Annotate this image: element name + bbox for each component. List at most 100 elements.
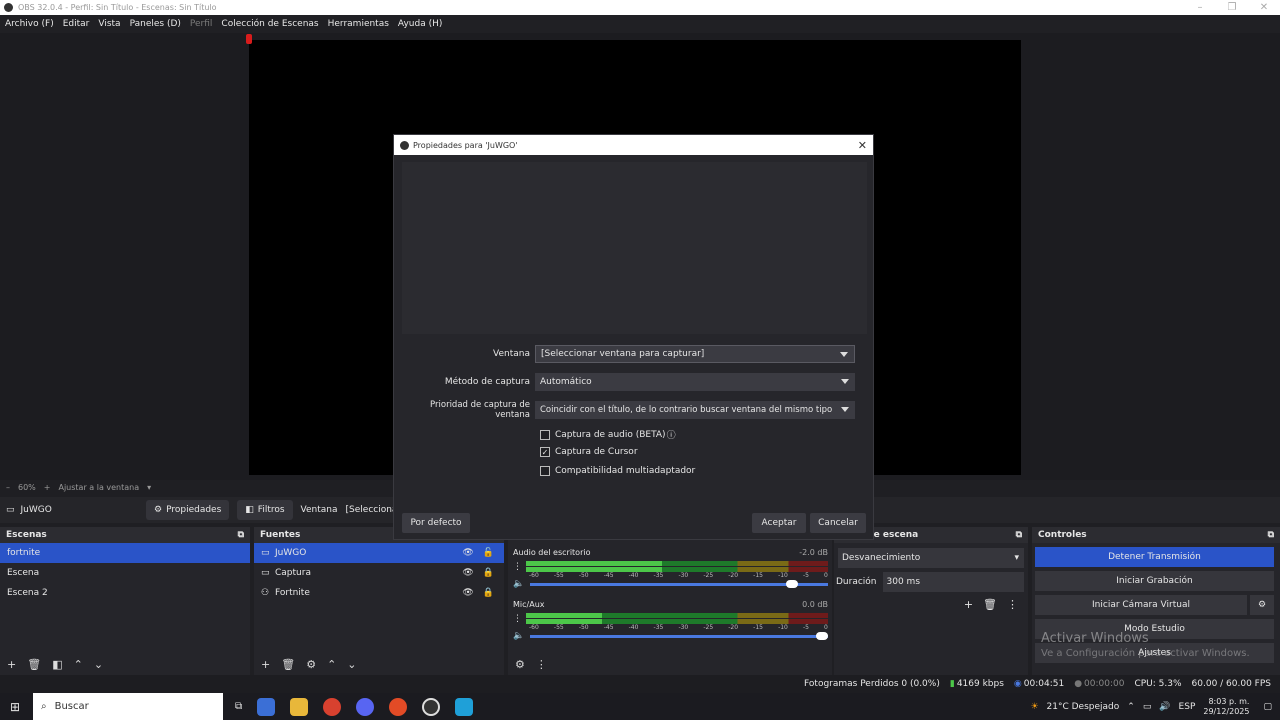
audio-capture-option[interactable]: Captura de audio (BETA) ⓘ <box>540 428 676 441</box>
zoom-in-button[interactable]: + <box>44 483 51 492</box>
lock-icon[interactable]: 🔓 <box>483 548 494 558</box>
close-icon[interactable]: ✕ <box>858 139 867 152</box>
defaults-button[interactable]: Por defecto <box>402 513 470 533</box>
menu-vista[interactable]: Vista <box>98 19 120 29</box>
capture-priority-select[interactable]: Coincidir con el título, de lo contrario… <box>535 401 855 419</box>
volume-slider[interactable] <box>530 631 828 640</box>
more-icon[interactable]: ⋮ <box>513 562 522 572</box>
cursor-capture-option[interactable]: ✓ Captura de Cursor <box>540 447 638 457</box>
capture-method-row: Método de captura Automático <box>394 373 875 391</box>
copilot-icon[interactable] <box>257 697 276 716</box>
windows-start-icon[interactable]: ⊞ <box>10 700 20 714</box>
source-item[interactable]: ⚇ Fortnite 👁 🔒 <box>254 583 504 603</box>
add-icon[interactable]: + <box>7 658 16 671</box>
gear-icon[interactable]: ⚙ <box>1250 595 1274 615</box>
clock-date[interactable]: 29/12/2025 <box>1203 707 1249 717</box>
file-explorer-icon[interactable] <box>290 697 309 716</box>
menu-herramientas[interactable]: Herramientas <box>328 19 389 29</box>
windows-taskbar: ⊞ ⌕ Buscar ⧉ ☀ 21°C Despejado ⌃ ▭ 🔊 ESP … <box>0 693 1280 720</box>
up-icon[interactable]: ⌃ <box>327 658 336 671</box>
source-handle-icon[interactable] <box>246 34 252 44</box>
menu-paneles[interactable]: Paneles (D) <box>130 19 181 29</box>
menu-coleccion[interactable]: Colección de Escenas <box>221 19 318 29</box>
cursor-capture-checkbox[interactable]: ✓ <box>540 447 550 457</box>
clock-time[interactable]: 8:03 p. m. <box>1208 697 1249 707</box>
close-window-button[interactable]: ✕ <box>1248 2 1280 13</box>
scene-item[interactable]: Escena <box>0 563 250 583</box>
trash-icon[interactable]: 🗑 <box>27 658 41 671</box>
source-item[interactable]: ▭ Captura 👁 🔒 <box>254 563 504 583</box>
maximize-button[interactable]: ❐ <box>1216 2 1248 13</box>
fortnite-icon[interactable] <box>455 697 474 716</box>
lock-icon[interactable]: 🔒 <box>483 588 494 598</box>
speaker-icon[interactable]: 🔈 <box>513 631 524 641</box>
notifications-icon[interactable]: ▢ <box>1263 702 1272 712</box>
fit-window-select[interactable]: Ajustar a la ventana <box>58 483 139 492</box>
zoom-out-button[interactable]: – <box>6 483 10 492</box>
weather[interactable]: 21°C Despejado <box>1047 702 1120 712</box>
help-icon[interactable]: ⓘ <box>667 428 676 441</box>
taskbar-search[interactable]: ⌕ Buscar <box>33 693 223 720</box>
app-icon[interactable] <box>389 697 408 716</box>
multiadapter-option[interactable]: Compatibilidad multiadaptador <box>540 466 695 476</box>
obs-icon[interactable] <box>422 697 441 716</box>
dock-float-icon[interactable]: ⧉ <box>238 530 244 540</box>
more-icon[interactable]: ⋮ <box>1007 598 1018 611</box>
down-icon[interactable]: ⌄ <box>347 658 356 671</box>
cancel-button[interactable]: Cancelar <box>810 513 866 533</box>
up-icon[interactable]: ⌃ <box>74 658 83 671</box>
task-view-icon[interactable]: ⧉ <box>235 701 242 712</box>
capture-method-select[interactable]: Automático <box>535 373 855 391</box>
menu-perfil[interactable]: Perfil <box>190 19 213 29</box>
minimize-button[interactable]: – <box>1184 2 1216 13</box>
add-icon[interactable]: + <box>261 658 270 671</box>
language[interactable]: ESP <box>1179 702 1196 712</box>
source-item[interactable]: ▭ JuWGO 👁 🔓 <box>254 543 504 563</box>
properties-button[interactable]: ⚙ Propiedades <box>146 500 230 520</box>
duration-input[interactable]: 300 ms <box>882 572 1024 592</box>
eye-icon[interactable]: 👁 <box>462 568 473 578</box>
track-name: Audio del escritorio <box>513 548 591 557</box>
discord-icon[interactable] <box>356 697 375 716</box>
start-virtual-camera-button[interactable]: Iniciar Cámara Virtual <box>1035 595 1247 615</box>
dock-float-icon[interactable]: ⧉ <box>1268 530 1274 540</box>
stop-streaming-button[interactable]: Detener Transmisión <box>1035 547 1274 567</box>
controls-title: Controles <box>1038 530 1087 540</box>
volume-icon[interactable]: 🔊 <box>1159 702 1170 712</box>
menu-ayuda[interactable]: Ayuda (H) <box>398 19 442 29</box>
meter-tick-label: -20 <box>728 624 739 631</box>
transition-select[interactable]: Desvanecimiento ▾ <box>838 548 1024 568</box>
advanced-audio-icon[interactable]: ⚙ <box>515 658 525 671</box>
trash-icon[interactable]: 🗑 <box>281 658 295 671</box>
filters-button[interactable]: ◧ Filtros <box>237 500 293 520</box>
window-select[interactable]: [Seleccionar ventana para capturar] <box>535 345 855 363</box>
audio-capture-checkbox[interactable] <box>540 429 550 440</box>
lock-icon[interactable]: 🔒 <box>483 568 494 578</box>
ok-button[interactable]: Aceptar <box>752 513 806 533</box>
menu-archivo[interactable]: Archivo (F) <box>5 19 54 29</box>
multiadapter-checkbox[interactable] <box>540 466 550 476</box>
gear-icon[interactable]: ⚙ <box>306 658 316 671</box>
volume-slider[interactable] <box>530 579 828 588</box>
more-icon[interactable]: ⋮ <box>513 614 522 624</box>
chevron-up-icon[interactable]: ⌃ <box>1127 702 1135 712</box>
chrome-icon[interactable] <box>323 697 342 716</box>
dock-float-icon[interactable]: ⧉ <box>1016 530 1022 540</box>
meter-tick-label: -5 <box>802 572 809 579</box>
start-recording-button[interactable]: Iniciar Grabación <box>1035 571 1274 591</box>
chevron-down-icon[interactable]: ▾ <box>147 483 151 492</box>
menu-editar[interactable]: Editar <box>63 19 90 29</box>
network-icon[interactable]: ▭ <box>1143 702 1152 712</box>
capture-priority-value: Coincidir con el título, de lo contrario… <box>540 405 833 415</box>
filter-icon[interactable]: ◧ <box>52 658 62 671</box>
down-icon[interactable]: ⌄ <box>94 658 103 671</box>
speaker-icon[interactable]: 🔈 <box>513 579 524 589</box>
eye-icon[interactable]: 👁 <box>462 548 473 558</box>
filters-label: Filtros <box>257 505 285 515</box>
scene-item[interactable]: fortnite <box>0 543 250 563</box>
eye-icon[interactable]: 👁 <box>462 588 473 598</box>
scene-item[interactable]: Escena 2 <box>0 583 250 603</box>
more-icon[interactable]: ⋮ <box>536 658 547 671</box>
add-icon[interactable]: + <box>964 598 973 611</box>
trash-icon[interactable]: 🗑 <box>983 598 997 611</box>
